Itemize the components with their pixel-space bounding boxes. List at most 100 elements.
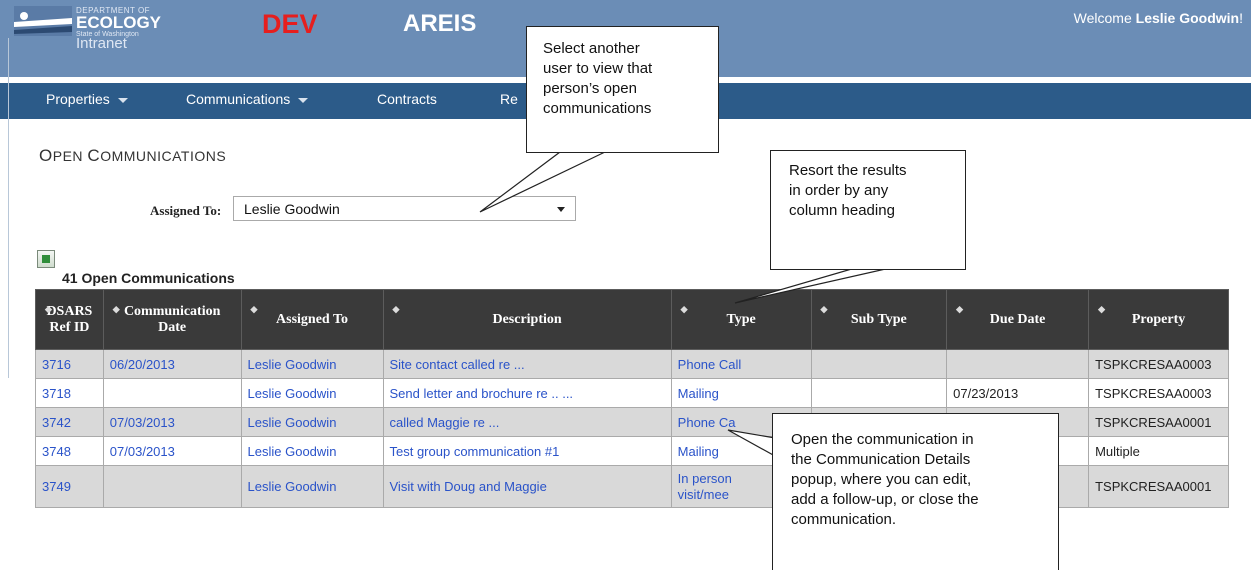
cell-ref-id[interactable]: 3716 — [35, 349, 104, 379]
page-title: OPEN COMMUNICATIONS — [39, 146, 226, 166]
cell-property: TSPKCRESAA0001 — [1088, 465, 1229, 508]
cell-property: TSPKCRESAA0003 — [1088, 378, 1229, 408]
page-title-o: O — [39, 146, 53, 165]
cell-type-line: visit/mee — [677, 486, 729, 502]
col-header-label: Description — [492, 311, 562, 327]
callout-line: column heading — [789, 202, 895, 219]
callout-resort: Resort the results in order by any colum… — [770, 150, 966, 270]
cell-description[interactable]: Visit with Doug and Maggie — [382, 465, 672, 508]
welcome-suffix: ! — [1239, 10, 1243, 26]
cell-date[interactable]: 06/20/2013 — [102, 349, 242, 379]
col-header-label: Type — [726, 311, 756, 327]
col-header-sub-type[interactable]: ◆ Sub Type — [810, 289, 948, 350]
ecology-logo[interactable]: DEPARTMENT OF ECOLOGY Intranet State of … — [14, 6, 184, 52]
callout-line: communication. — [791, 511, 897, 528]
table-header-row: ◆ DSARS Ref ID ◆ Communication Date ◆ Assig… — [35, 289, 1229, 350]
cell-ref-id[interactable]: 3749 — [35, 465, 104, 508]
chevron-down-icon — [117, 97, 128, 103]
cell-description[interactable]: Send letter and brochure re .. ... — [382, 378, 672, 408]
col-header-dsars-ref-id[interactable]: ◆ DSARS Ref ID — [35, 289, 104, 350]
cell-assigned[interactable]: Leslie Goodwin — [240, 465, 384, 508]
col-header-label: DSARS Ref ID — [46, 303, 93, 335]
nav-communications[interactable]: Communications — [186, 91, 309, 107]
cell-assigned[interactable]: Leslie Goodwin — [240, 349, 384, 379]
open-communications-count: 41 Open Communications — [62, 270, 235, 286]
logo-ecology-word: ECOLOGY — [76, 13, 161, 32]
chevron-down-icon — [557, 207, 565, 212]
ecology-logo-icon — [14, 6, 72, 36]
callout-line: Select another — [543, 40, 640, 57]
callout-line: Open the communication in — [791, 431, 974, 448]
cell-type[interactable]: Phone Call — [670, 349, 812, 379]
callout-line: Resort the results — [789, 162, 907, 179]
nav-properties[interactable]: Properties — [46, 91, 128, 107]
cell-date[interactable] — [102, 465, 242, 508]
callout-select-user: Select another user to view that person’… — [526, 26, 719, 153]
excel-export-icon[interactable] — [37, 250, 55, 268]
cell-date[interactable]: 07/03/2013 — [102, 407, 242, 437]
col-header-label: Due Date — [989, 311, 1046, 327]
welcome-message: Welcome Leslie Goodwin! — [1074, 10, 1243, 26]
col-header-due-date[interactable]: ◆ Due Date — [946, 289, 1090, 350]
assigned-to-value: Leslie Goodwin — [244, 201, 340, 217]
cell-subtype — [810, 378, 948, 408]
cell-assigned[interactable]: Leslie Goodwin — [240, 407, 384, 437]
callout-line: add a follow-up, or close the — [791, 491, 979, 508]
col-header-communication-date[interactable]: ◆ Communication Date — [102, 289, 242, 350]
cell-date[interactable]: 07/03/2013 — [102, 436, 242, 466]
chevron-down-icon — [298, 97, 309, 103]
callout-line: the Communication Details — [791, 451, 971, 468]
cell-description[interactable]: Test group communication #1 — [382, 436, 672, 466]
table-row: 3716 06/20/2013 Leslie Goodwin Site cont… — [35, 349, 1229, 379]
sort-arrows-icon: ◆ — [112, 304, 120, 314]
cell-date[interactable] — [102, 378, 242, 408]
app-name: AREIS — [403, 10, 477, 37]
cell-subtype — [810, 349, 948, 379]
cell-ref-id[interactable]: 3748 — [35, 436, 104, 466]
col-header-label: Sub Type — [850, 311, 907, 327]
cell-property: Multiple — [1088, 436, 1229, 466]
col-header-property[interactable]: ◆ Property — [1088, 289, 1229, 350]
cell-property: TSPKCRESAA0001 — [1088, 407, 1229, 437]
cell-due-date: 07/23/2013 — [946, 378, 1090, 408]
nav-communications-label: Communications — [186, 91, 291, 107]
cell-assigned[interactable]: Leslie Goodwin — [240, 378, 384, 408]
page-title-rest: OMMUNICATIONS — [100, 148, 227, 164]
cell-description[interactable]: called Maggie re ... — [382, 407, 672, 437]
sort-arrows-icon: ◆ — [392, 304, 400, 314]
sort-arrows-icon: ◆ — [250, 304, 258, 314]
callout-line: communications — [543, 100, 652, 117]
welcome-user: Leslie Goodwin — [1135, 10, 1240, 26]
content-left-border — [8, 38, 9, 378]
cell-ref-id[interactable]: 3718 — [35, 378, 104, 408]
nav-contracts[interactable]: Contracts — [377, 91, 437, 107]
cell-ref-id[interactable]: 3742 — [35, 407, 104, 437]
col-header-description[interactable]: ◆ Description — [382, 289, 672, 350]
logo-state-text: State of Washington — [76, 31, 139, 38]
cell-type[interactable]: Mailing — [670, 378, 812, 408]
callout-line: user to view that — [543, 60, 653, 77]
callout-line: in order by any — [789, 182, 889, 199]
col-header-label: Assigned To — [276, 311, 348, 327]
cell-type-line: In person — [677, 470, 732, 486]
nav-reports[interactable]: Re — [500, 91, 518, 107]
sort-arrows-icon: ◆ — [45, 304, 52, 314]
col-header-assigned-to[interactable]: ◆ Assigned To — [240, 289, 384, 350]
cell-description[interactable]: Site contact called re ... — [382, 349, 672, 379]
callout-line: person’s open — [543, 80, 637, 97]
cell-assigned[interactable]: Leslie Goodwin — [240, 436, 384, 466]
nav-properties-label: Properties — [46, 91, 110, 107]
col-header-type[interactable]: ◆ Type — [670, 289, 812, 350]
environment-label: DEV — [262, 9, 318, 39]
callout-line: popup, where you can edit, — [791, 471, 972, 488]
col-header-label: Communication Date — [123, 303, 221, 335]
sort-arrows-icon: ◆ — [956, 304, 964, 314]
callout-open-communication: Open the communication in the Communicat… — [772, 413, 1059, 570]
sort-arrows-icon: ◆ — [820, 304, 828, 314]
cell-due-date — [946, 349, 1090, 379]
assigned-to-select[interactable]: Leslie Goodwin — [233, 196, 576, 221]
assigned-to-label: Assigned To: — [150, 203, 222, 218]
sort-arrows-icon: ◆ — [680, 304, 688, 314]
sort-arrows-icon: ◆ — [1098, 304, 1106, 314]
col-header-label: Property — [1131, 311, 1186, 327]
